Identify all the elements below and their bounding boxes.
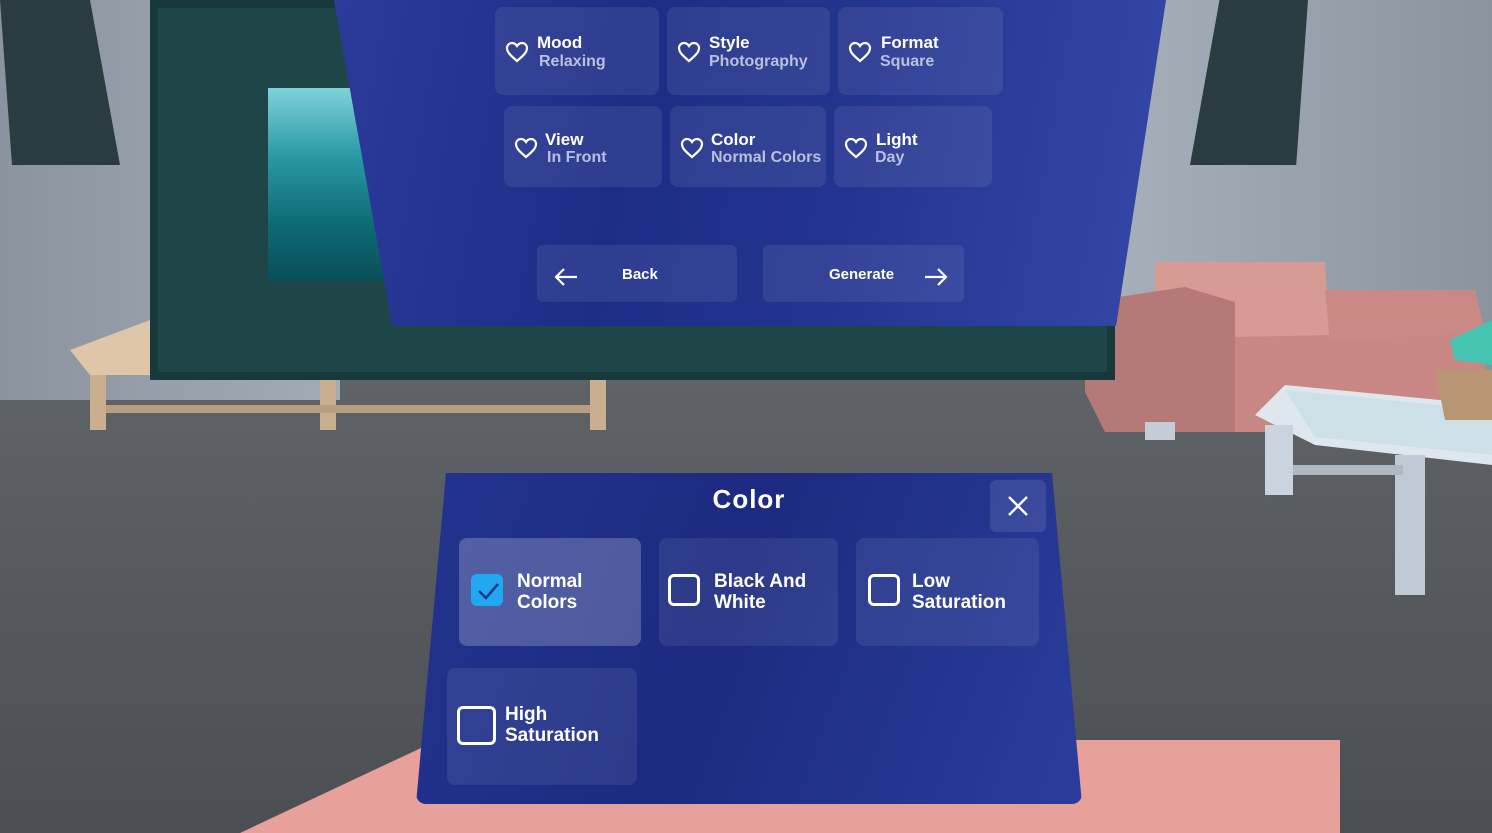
preference-label: Format — [881, 33, 939, 52]
generate-button[interactable]: Generate — [763, 245, 964, 302]
preference-value: In Front — [547, 149, 607, 166]
color-dialog: Color Normal Colors Black And White Low Sat… — [416, 473, 1082, 804]
preference-tile-light[interactable]: Light Day — [834, 106, 992, 187]
heart-outline-icon — [677, 41, 701, 63]
preference-value: Normal Colors — [711, 149, 822, 166]
arrow-right-icon — [925, 268, 948, 286]
preference-tile-mood[interactable]: Mood Relaxing — [495, 7, 659, 95]
preference-label: Color — [711, 130, 756, 149]
heart-outline-icon — [514, 137, 538, 159]
arrow-left-icon — [554, 268, 577, 286]
heart-outline-icon — [680, 137, 704, 159]
color-option-black-and-white[interactable]: Black And White — [659, 538, 838, 646]
heart-outline-icon — [505, 41, 529, 63]
heart-outline-icon — [848, 41, 872, 63]
check-icon — [478, 583, 499, 600]
preference-label: Mood — [537, 33, 583, 52]
preference-value: Day — [875, 149, 905, 166]
preference-tile-format[interactable]: Format Square — [838, 7, 1003, 95]
back-label: Back — [622, 266, 658, 283]
preference-tile-color[interactable]: Color Normal Colors — [670, 106, 826, 187]
color-option-high-saturation[interactable]: High Saturation — [447, 668, 637, 785]
option-label: Normal Colors — [517, 571, 583, 613]
preferences-panel: Mood Relaxing Style Photography Format S… — [334, 0, 1166, 326]
preference-value: Relaxing — [539, 53, 606, 70]
heart-outline-icon — [844, 137, 868, 159]
option-label: Low Saturation — [912, 571, 1006, 613]
preference-label: Style — [709, 33, 750, 52]
dialog-title: Color — [712, 484, 786, 514]
preference-value: Square — [880, 53, 935, 70]
close-x-icon — [1008, 496, 1028, 516]
option-label: High Saturation — [505, 704, 599, 746]
preference-tile-style[interactable]: Style Photography — [667, 7, 830, 95]
preference-value: Photography — [709, 53, 808, 70]
back-button[interactable]: Back — [537, 245, 737, 302]
checkbox[interactable] — [471, 574, 503, 606]
close-button[interactable] — [990, 480, 1046, 532]
preference-label: View — [545, 130, 584, 149]
generate-label: Generate — [829, 266, 895, 283]
preference-label: Light — [876, 130, 918, 149]
plant-right — [1435, 320, 1492, 420]
color-option-normal-colors[interactable]: Normal Colors — [459, 538, 641, 646]
option-label: Black And White — [714, 571, 807, 613]
color-option-low-saturation[interactable]: Low Saturation — [856, 538, 1039, 646]
checkbox[interactable] — [457, 706, 496, 745]
checkbox[interactable] — [868, 574, 900, 606]
checkbox[interactable] — [668, 574, 700, 606]
preference-tile-view[interactable]: View In Front — [504, 106, 662, 187]
